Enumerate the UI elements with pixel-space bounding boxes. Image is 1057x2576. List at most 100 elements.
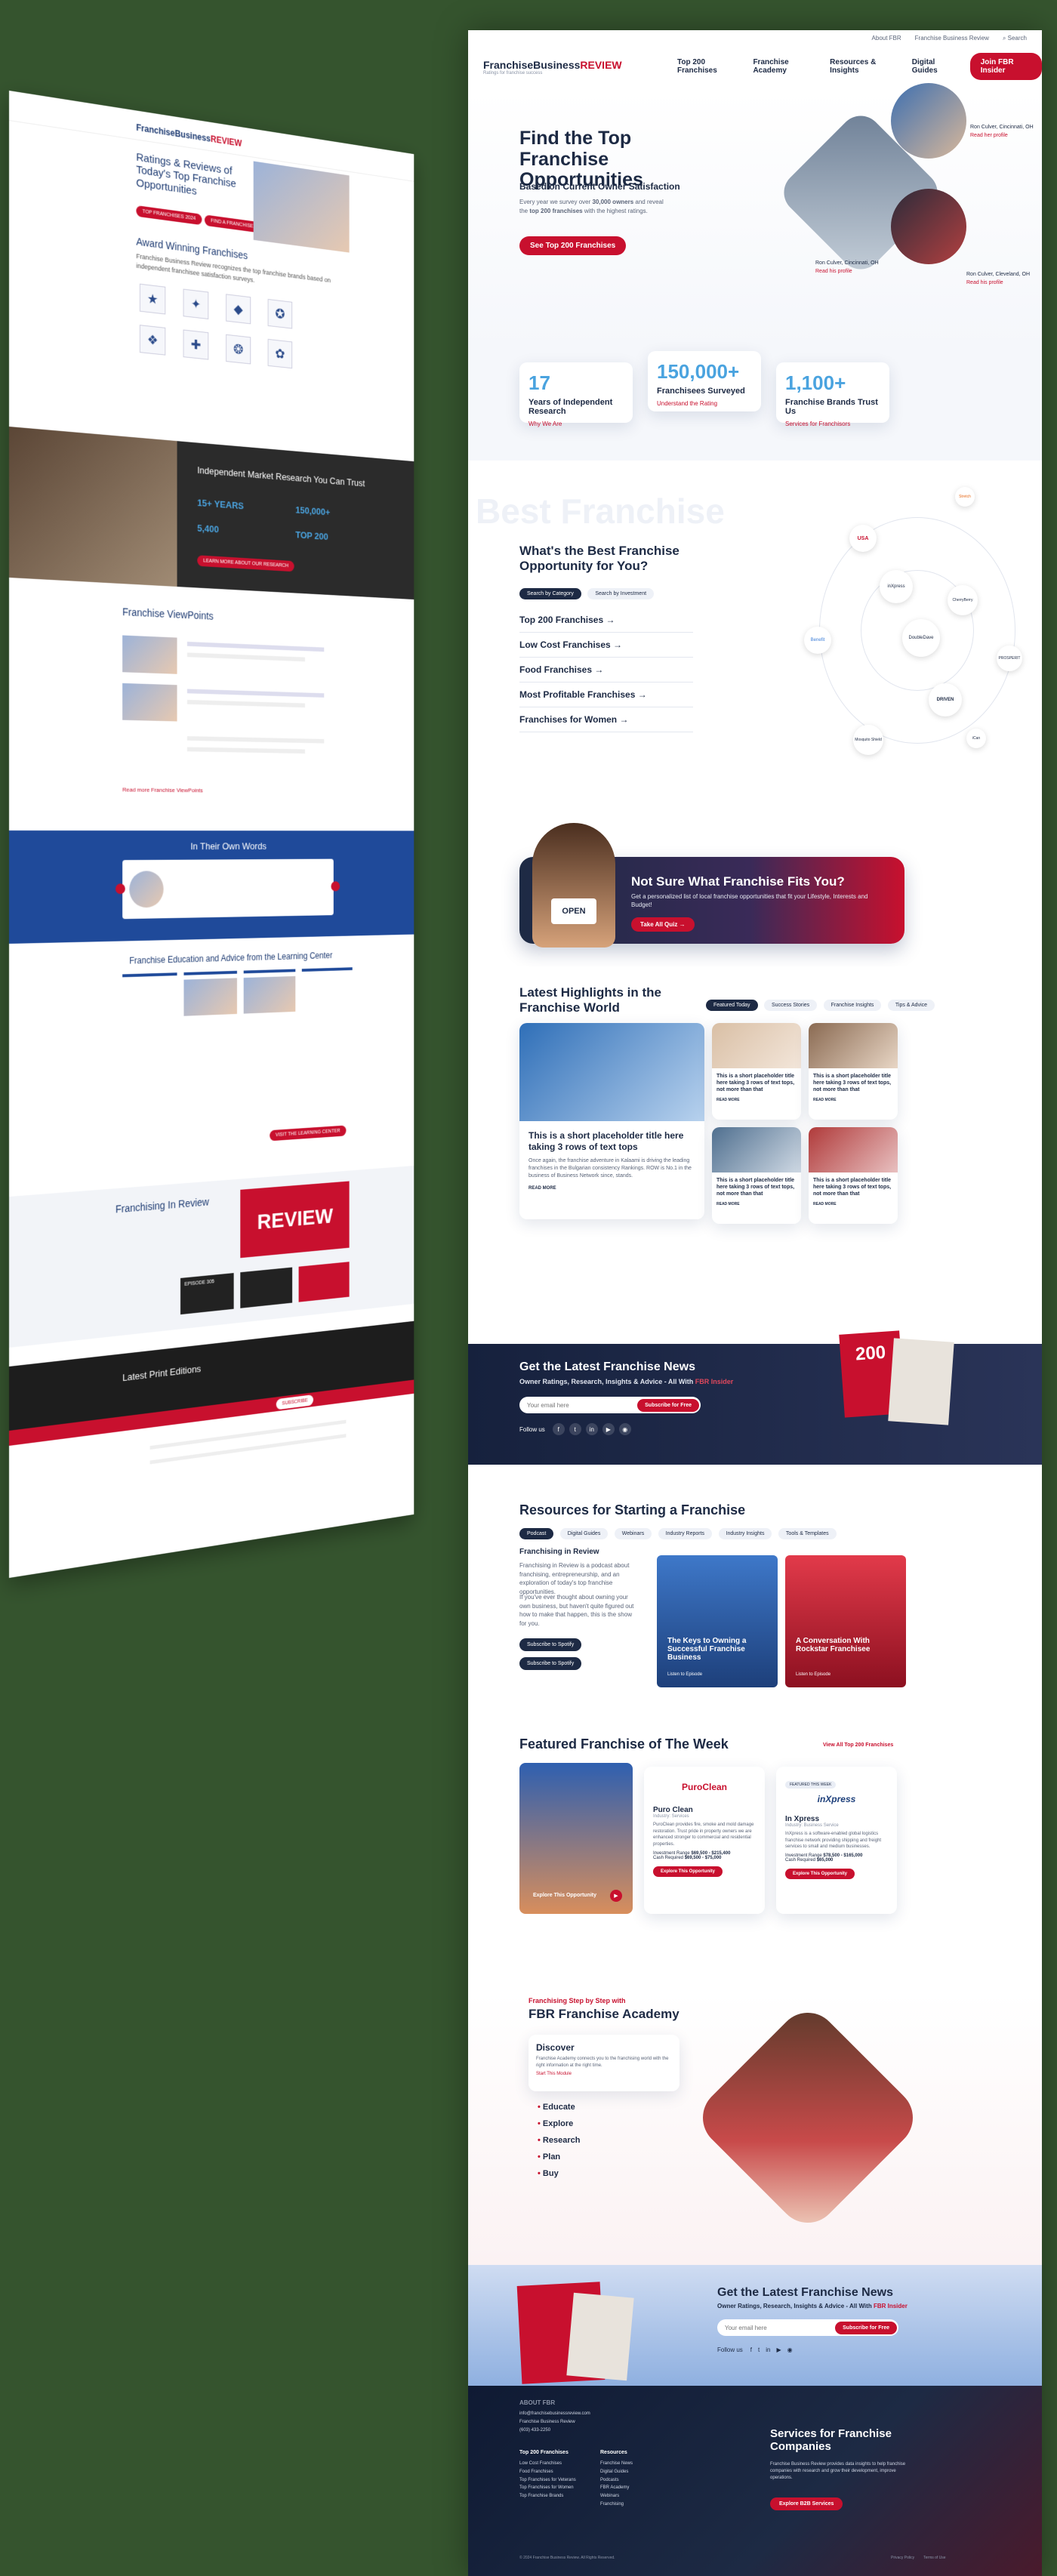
article-card[interactable]: This is a short placeholder title here t… (712, 1127, 801, 1224)
category-link[interactable]: Food Franchises → (519, 658, 693, 683)
tab-podcast[interactable]: Podcast (519, 1528, 554, 1539)
step-item[interactable]: • Research (538, 2132, 580, 2149)
article-more[interactable]: READ MORE (809, 1098, 898, 1102)
news2-email-input[interactable] (725, 2324, 830, 2331)
footer-link[interactable]: Franchising (600, 2501, 633, 2509)
view-all-link[interactable]: View All Top 200 Franchises (823, 1742, 893, 1748)
twitter-icon[interactable]: t (758, 2346, 760, 2353)
podcast-icon[interactable]: ◉ (618, 1423, 631, 1435)
podcast-card-2[interactable]: A Conversation With Rockstar Franchisee … (785, 1555, 906, 1687)
hero-person3-link[interactable]: Read his profile (966, 280, 1003, 285)
viewpoint-thumb[interactable] (122, 635, 177, 674)
footer-link[interactable]: Top Franchises for Women (519, 2484, 576, 2492)
featured-card-inxpress[interactable]: FEATURED THIS WEEK inXpress In Xpress In… (776, 1767, 897, 1914)
youtube-icon[interactable]: ▶ (602, 1423, 615, 1435)
award-icon[interactable]: ✪ (267, 298, 293, 329)
privacy-link[interactable]: Privacy Policy (891, 2556, 914, 2560)
footer-link[interactable]: Webinars (600, 2492, 633, 2501)
explore-button[interactable]: Explore This Opportunity (785, 1869, 855, 1880)
old-logo[interactable]: FranchiseBusinessREVIEW (136, 122, 242, 149)
old-hero-btn2[interactable]: FIND A FRANCHISE (205, 214, 260, 233)
nav-top200[interactable]: Top 200 Franchises (677, 58, 736, 75)
footer-col2-title[interactable]: Resources (600, 2450, 627, 2455)
award-icon[interactable]: ❂ (226, 334, 251, 365)
listen-link[interactable]: Listen to Episode (796, 1672, 830, 1677)
services-button[interactable]: Explore B2B Services (770, 2497, 843, 2510)
footer-link[interactable]: Top Franchises for Veterans (519, 2476, 576, 2485)
footer-link[interactable]: FBR Academy (600, 2484, 633, 2492)
twitter-icon[interactable]: t (569, 1423, 581, 1435)
article-more[interactable]: READ MORE (809, 1202, 898, 1206)
orbit-logo[interactable]: Benefit (804, 627, 831, 654)
tab-tips[interactable]: Tips & Advice (887, 1000, 935, 1011)
award-icon[interactable]: ✿ (267, 338, 293, 369)
footer-link[interactable]: Food Franchises (519, 2468, 576, 2476)
article-card[interactable]: This is a short placeholder title here t… (712, 1023, 801, 1120)
edu-column[interactable] (122, 972, 177, 1122)
main-article-more[interactable]: READ MORE (528, 1186, 695, 1191)
orbit-logo[interactable]: DoubleDave (902, 619, 940, 657)
main-article-card[interactable]: This is a short placeholder title here t… (519, 1023, 704, 1219)
award-icon[interactable]: ✚ (183, 329, 209, 360)
spotify-tile[interactable] (240, 1267, 293, 1308)
article-card[interactable]: This is a short placeholder title here t… (809, 1023, 898, 1120)
tab-industry-insights[interactable]: Industry Insights (718, 1528, 772, 1539)
linkedin-icon[interactable]: in (585, 1423, 598, 1435)
orbit-logo[interactable]: CherryBerry (948, 585, 978, 615)
footer-link[interactable]: Franchise News (600, 2460, 633, 2468)
hero-person2-link[interactable]: Read her profile (970, 133, 1008, 138)
site-logo[interactable]: FranchiseBusinessREVIEW Ratings for fran… (483, 59, 622, 75)
stat-link[interactable]: Understand the Rating (657, 400, 752, 407)
facebook-icon[interactable]: f (552, 1423, 565, 1435)
nav-resources[interactable]: Resources & Insights (830, 58, 895, 75)
podcast-card-1[interactable]: The Keys to Owning a Successful Franchis… (657, 1555, 778, 1687)
news2-subscribe-button[interactable]: Subscribe for Free (835, 2321, 897, 2334)
spotify-subscribe-button-2[interactable]: Subscribe to Spotify (519, 1657, 582, 1670)
quiz-cta-button[interactable]: Take All Quiz → (631, 917, 695, 932)
award-icon[interactable]: ★ (139, 283, 166, 315)
orbit-logo[interactable]: PROSPERIT (997, 646, 1022, 671)
listen-link[interactable]: Listen to Episode (667, 1672, 702, 1677)
tab-featured[interactable]: Featured Today (706, 1000, 758, 1011)
footer-email[interactable]: info@franchisebusinessreview.com (519, 2410, 590, 2418)
article-more[interactable]: READ MORE (712, 1202, 801, 1206)
stat-link[interactable]: Why We Are (528, 421, 624, 427)
tab-reports[interactable]: Industry Reports (658, 1528, 713, 1539)
award-icon[interactable]: ✦ (183, 288, 209, 319)
footer-link[interactable]: Digital Guides (600, 2468, 633, 2476)
academy-step-card[interactable]: Discover Franchise Academy connects you … (528, 2035, 680, 2091)
step-item[interactable]: • Educate (538, 2099, 580, 2115)
spotify-subscribe-button[interactable]: Subscribe to Spotify (519, 1638, 582, 1651)
footer-link[interactable]: Low Cost Franchises (519, 2460, 576, 2468)
step-item[interactable]: • Buy (538, 2165, 580, 2182)
play-icon[interactable]: ▶ (610, 1890, 622, 1902)
tab-by-category[interactable]: Search by Category (519, 588, 581, 599)
tab-webinars[interactable]: Webinars (614, 1528, 652, 1539)
step-item[interactable]: • Plan (538, 2149, 580, 2165)
stat-link[interactable]: Services for Franchisors (785, 421, 880, 427)
facebook-icon[interactable]: f (750, 2346, 752, 2353)
edu-column[interactable] (301, 967, 353, 1111)
footer-link[interactable]: Podcasts (600, 2476, 633, 2485)
orbit-logo[interactable]: inXpress (880, 570, 913, 603)
old-episode[interactable]: EPISODE 305 (180, 1273, 234, 1315)
article-more[interactable]: READ MORE (712, 1098, 801, 1102)
award-icon[interactable]: ◆ (226, 294, 251, 325)
viewpoint-thumb[interactable] (122, 683, 177, 722)
tab-guides[interactable]: Digital Guides (559, 1528, 609, 1539)
category-link[interactable]: Low Cost Franchises → (519, 633, 693, 658)
nav-academy[interactable]: Franchise Academy (753, 58, 813, 75)
orbit-logo[interactable]: Stretch (955, 487, 975, 507)
step-item[interactable]: • Explore (538, 2115, 580, 2132)
footer-link[interactable]: Top Franchise Brands (519, 2492, 576, 2501)
linkedin-icon[interactable]: in (766, 2346, 770, 2353)
next-arrow-icon[interactable] (331, 881, 341, 892)
article-card[interactable]: This is a short placeholder title here t… (809, 1127, 898, 1224)
subscribe-tile[interactable] (298, 1262, 350, 1302)
explore-button[interactable]: Explore This Opportunity (653, 1866, 723, 1877)
top-link-fbr[interactable]: Franchise Business Review (915, 35, 989, 42)
podcast-icon[interactable]: ◉ (787, 2346, 793, 2353)
orbit-logo[interactable]: DRIVEN (929, 683, 962, 716)
tab-by-investment[interactable]: Search by Investment (587, 588, 655, 599)
prev-arrow-icon[interactable] (115, 883, 125, 895)
